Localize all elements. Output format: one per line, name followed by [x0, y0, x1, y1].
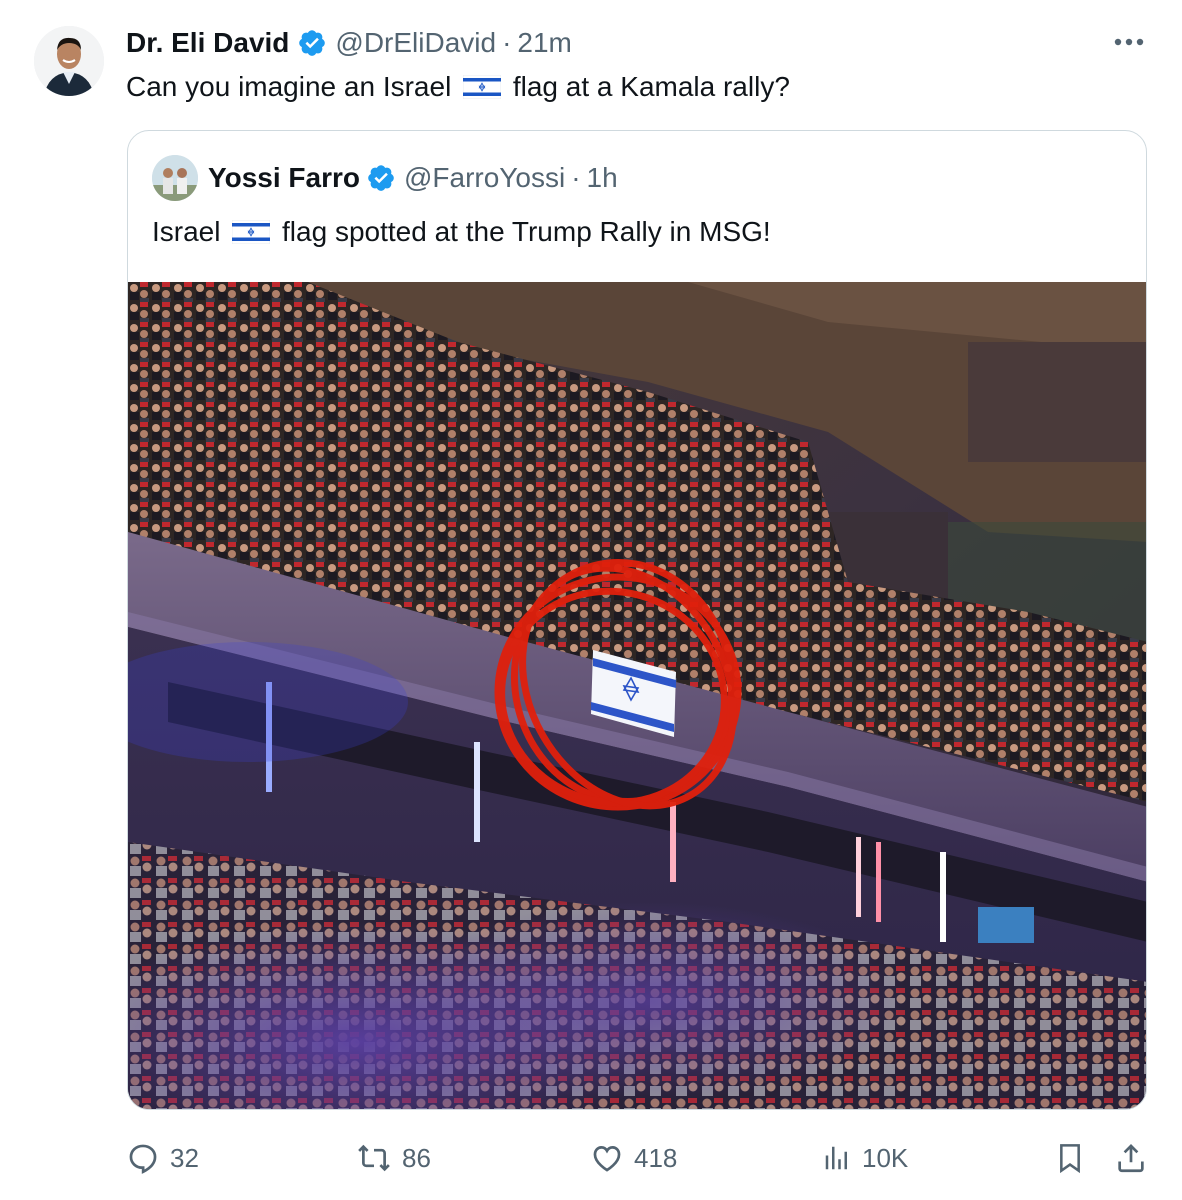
israel-flag-icon: [232, 220, 271, 244]
quoted-author-name[interactable]: Yossi Farro: [208, 162, 360, 194]
reply-icon: [129, 1144, 157, 1174]
more-button[interactable]: [1112, 30, 1146, 54]
action-bar: 32 86 418 10K: [126, 1136, 1156, 1180]
verified-badge-icon: [299, 30, 326, 56]
quoted-text-part-2: flag spotted at the Trump Rally in MSG!: [282, 216, 771, 247]
separator-dot: ·: [502, 27, 512, 58]
author-avatar[interactable]: [34, 26, 104, 96]
bookmark-icon: [1060, 1144, 1080, 1174]
tweet-text: Can you imagine an Israel flag at a Kama…: [126, 68, 790, 106]
like-count: 418: [634, 1142, 678, 1173]
verified-badge-icon: [368, 165, 394, 191]
quoted-tweet-text: Israel flag spotted at the Trump Rally i…: [152, 213, 771, 251]
bookmark-button[interactable]: [1054, 1136, 1096, 1180]
like-button[interactable]: 418: [590, 1136, 677, 1180]
quoted-author-avatar[interactable]: [152, 155, 198, 201]
quoted-text-part-1: Israel: [152, 216, 221, 247]
views-count: 10K: [862, 1142, 909, 1173]
share-icon: [1118, 1144, 1144, 1173]
quoted-author-handle[interactable]: @FarroYossi: [404, 162, 565, 194]
reply-button[interactable]: 32: [126, 1136, 199, 1180]
repost-count: 86: [402, 1142, 431, 1173]
reply-count: 32: [170, 1142, 199, 1173]
tweet-time[interactable]: 21m: [517, 27, 571, 59]
author-handle[interactable]: @DrEliDavid: [335, 27, 496, 59]
share-button[interactable]: [1114, 1136, 1158, 1180]
separator-dot: ·: [571, 162, 581, 193]
more-icon: [1114, 38, 1144, 46]
quoted-tweet-card[interactable]: Yossi Farro @FarroYossi · 1h Israel flag…: [127, 130, 1147, 1110]
author-name[interactable]: Dr. Eli David: [126, 27, 289, 59]
quoted-tweet-photo[interactable]: [128, 282, 1147, 1110]
like-icon: [593, 1146, 621, 1172]
views-icon: [825, 1146, 847, 1170]
views-button[interactable]: 10K: [822, 1136, 908, 1180]
tweet-header: Dr. Eli David @DrEliDavid · 21m: [126, 24, 572, 62]
quoted-tweet-header: Yossi Farro @FarroYossi · 1h: [208, 159, 618, 197]
tweet-text-part-1: Can you imagine an Israel: [126, 71, 452, 102]
quoted-tweet-time[interactable]: 1h: [587, 162, 618, 194]
tweet-text-part-2: flag at a Kamala rally?: [512, 71, 790, 102]
repost-icon: [358, 1144, 390, 1172]
israel-flag-icon: [463, 75, 502, 99]
repost-button[interactable]: 86: [356, 1136, 431, 1180]
